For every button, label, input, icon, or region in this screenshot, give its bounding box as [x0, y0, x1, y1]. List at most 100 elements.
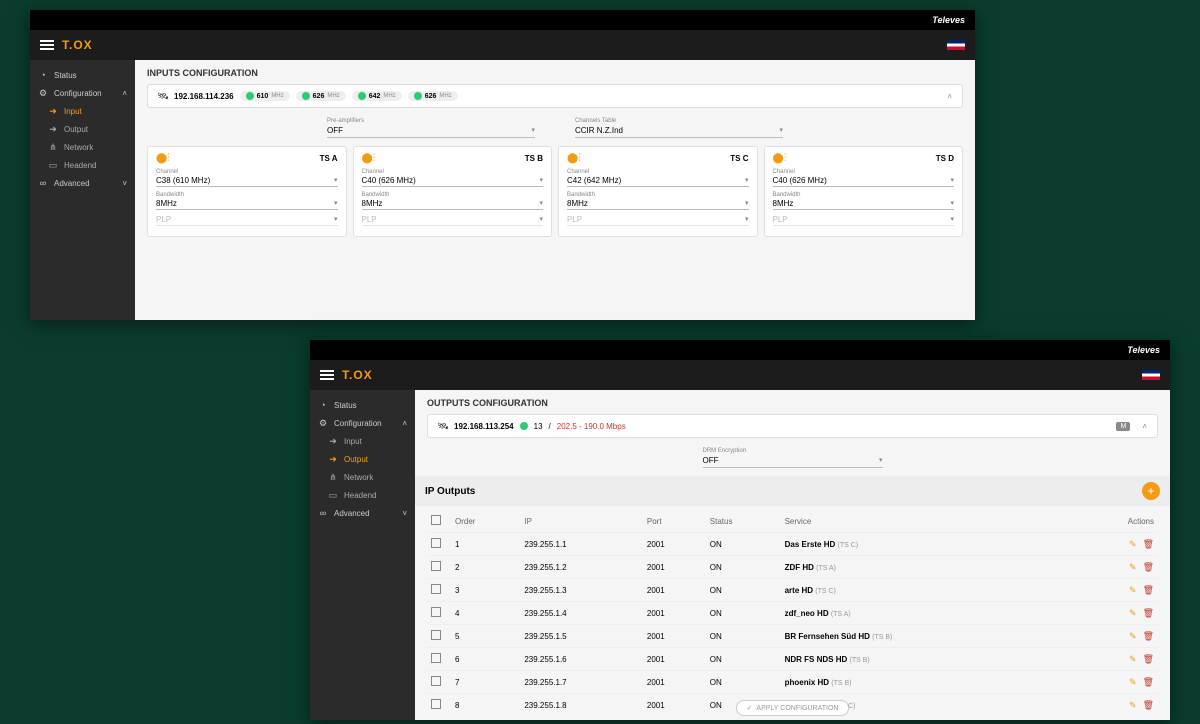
edit-icon[interactable]: ✎ [1129, 585, 1137, 595]
language-flag-icon[interactable] [1142, 370, 1160, 380]
edit-icon[interactable]: ✎ [1129, 677, 1137, 687]
sidebar: ◔Status ⚙Configuration˄ ➜Input ➜Output ⋔… [30, 60, 135, 320]
sidebar-item-headend[interactable]: ▭Headend [30, 156, 135, 174]
delete-icon[interactable]: 🗑 [1143, 631, 1154, 641]
delete-icon[interactable]: 🗑 [1143, 700, 1154, 710]
preamp-select[interactable]: Pre-amplifiersOFF▾ [327, 118, 535, 138]
table-row: 1 239.255.1.1 2001 ON Das Erste HD (TS C… [427, 533, 1158, 556]
edit-icon[interactable]: ✎ [1129, 608, 1137, 618]
table-row: 7 239.255.1.7 2001 ON phoenix HD (TS B) … [427, 671, 1158, 694]
header: T.OX [310, 360, 1170, 390]
sidebar-item-output[interactable]: ➜Output [30, 120, 135, 138]
row-checkbox[interactable] [431, 699, 441, 709]
sidebar-item-headend[interactable]: ▭Headend [310, 486, 415, 504]
delete-icon[interactable]: 🗑 [1143, 585, 1154, 595]
menu-icon[interactable] [40, 40, 54, 50]
freq-chip: 642MHz [352, 91, 402, 101]
row-checkbox[interactable] [431, 561, 441, 571]
row-checkbox[interactable] [431, 538, 441, 548]
bandwidth-select[interactable]: Bandwidth8MHz▾ [156, 191, 338, 210]
bandwidth-select[interactable]: Bandwidth8MHz▾ [773, 191, 955, 210]
channel-select[interactable]: ChannelC40 (626 MHz)▾ [773, 168, 955, 187]
col-order: Order [451, 510, 520, 533]
logo: T.OX [342, 368, 373, 382]
delete-icon[interactable]: 🗑 [1143, 562, 1154, 572]
table-row: 2 239.255.1.2 2001 ON ZDF HD (TS A) ✎🗑 [427, 556, 1158, 579]
delete-icon[interactable]: 🗑 [1143, 539, 1154, 549]
cell-status: ON [706, 625, 781, 648]
delete-icon[interactable]: 🗑 [1143, 654, 1154, 664]
sidebar-item-network[interactable]: ⋔Network [30, 138, 135, 156]
cell-ip: 239.255.1.4 [520, 602, 643, 625]
ts-name: TS B [525, 154, 543, 163]
chtable-select[interactable]: Channels TableCCIR N.Z.Ind▾ [575, 118, 783, 138]
collapse-icon[interactable]: ˄ [947, 92, 952, 101]
ts-card: ⬤⫶TS B ChannelC40 (626 MHz)▾ Bandwidth8M… [353, 146, 553, 237]
cell-port: 2001 [643, 579, 706, 602]
status-dot-icon [520, 422, 528, 430]
apply-configuration-button[interactable]: ✓APPLY CONFIGURATION [736, 700, 850, 716]
row-checkbox[interactable] [431, 676, 441, 686]
cell-status: ON [706, 579, 781, 602]
sidebar-item-advanced[interactable]: ∞Advanced˅ [310, 504, 415, 522]
channel-select[interactable]: ChannelC42 (642 MHz)▾ [567, 168, 749, 187]
m-badge: M [1116, 422, 1130, 431]
chevron-up-icon: ˄ [402, 419, 407, 428]
cell-ip: 239.255.1.5 [520, 625, 643, 648]
cell-status: ON [706, 556, 781, 579]
collapse-icon[interactable]: ˄ [1142, 422, 1147, 431]
menu-icon[interactable] [320, 370, 334, 380]
select-all-checkbox[interactable] [431, 515, 441, 525]
cell-order: 8 [451, 694, 520, 717]
language-flag-icon[interactable] [947, 40, 965, 50]
signal-icon: ⬤⫶ [773, 153, 787, 164]
freq-chip: 626MHz [296, 91, 346, 101]
bandwidth-select[interactable]: Bandwidth8MHz▾ [362, 191, 544, 210]
output-icon: ➜ [328, 454, 338, 464]
sidebar-item-configuration[interactable]: ⚙Configuration˄ [310, 414, 415, 432]
header: T.OX [30, 30, 975, 60]
share-icon: ∞ [38, 178, 48, 188]
cell-status: ON [706, 671, 781, 694]
edit-icon[interactable]: ✎ [1129, 654, 1137, 664]
outputs-table: Order IP Port Status Service Actions 1 2… [427, 510, 1158, 716]
delete-icon[interactable]: 🗑 [1143, 677, 1154, 687]
sidebar-item-advanced[interactable]: ∞Advanced˅ [30, 174, 135, 192]
row-checkbox[interactable] [431, 630, 441, 640]
sidebar-item-status[interactable]: ◔Status [310, 396, 415, 414]
sidebar-item-status[interactable]: ◔Status [30, 66, 135, 84]
gear-icon: ⚙ [318, 418, 328, 428]
cell-service: NDR FS NDS HD (TS B) [781, 648, 1063, 671]
sidebar-item-input[interactable]: ➜Input [30, 102, 135, 120]
sidebar-item-network[interactable]: ⋔Network [310, 468, 415, 486]
drm-select[interactable]: DRM EncryptionOFF▾ [703, 448, 883, 468]
edit-icon[interactable]: ✎ [1129, 631, 1137, 641]
input-icon: ➜ [48, 106, 58, 116]
edit-icon[interactable]: ✎ [1129, 562, 1137, 572]
sidebar-item-configuration[interactable]: ⚙Configuration˄ [30, 84, 135, 102]
delete-icon[interactable]: 🗑 [1143, 608, 1154, 618]
edit-icon[interactable]: ✎ [1129, 539, 1137, 549]
plp-select: PLP▾ [773, 214, 955, 226]
plp-select: PLP▾ [362, 214, 544, 226]
bandwidth-select[interactable]: Bandwidth8MHz▾ [567, 191, 749, 210]
sidebar: ◔Status ⚙Configuration˄ ➜Input ➜Output ⋔… [310, 390, 415, 720]
brand-text: Televes [932, 15, 965, 25]
plp-select: PLP▾ [156, 214, 338, 226]
add-button[interactable]: + [1142, 482, 1160, 500]
channel-select[interactable]: ChannelC38 (610 MHz)▾ [156, 168, 338, 187]
ts-name: TS D [936, 154, 954, 163]
service-count: 13 [534, 422, 543, 431]
row-checkbox[interactable] [431, 607, 441, 617]
cell-ip: 239.255.1.1 [520, 533, 643, 556]
row-checkbox[interactable] [431, 584, 441, 594]
channel-select[interactable]: ChannelC40 (626 MHz)▾ [362, 168, 544, 187]
chevron-up-icon: ˄ [122, 89, 127, 98]
sidebar-item-output[interactable]: ➜Output [310, 450, 415, 468]
ts-name: TS A [320, 154, 338, 163]
sidebar-item-input[interactable]: ➜Input [310, 432, 415, 450]
row-checkbox[interactable] [431, 653, 441, 663]
edit-icon[interactable]: ✎ [1129, 700, 1137, 710]
table-row: 4 239.255.1.4 2001 ON zdf_neo HD (TS A) … [427, 602, 1158, 625]
cell-port: 2001 [643, 602, 706, 625]
